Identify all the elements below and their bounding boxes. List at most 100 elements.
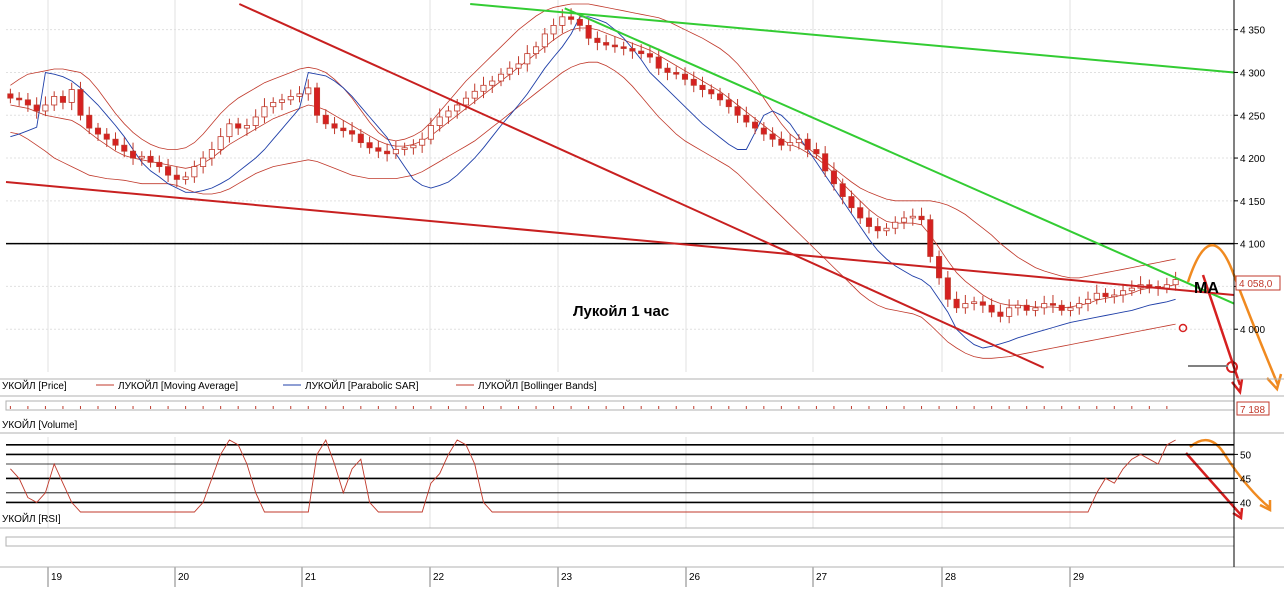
- candle-bear: [839, 183, 846, 197]
- candle-bull: [1032, 307, 1039, 311]
- rsi-panel-title: УКОЙЛ [RSI]: [2, 512, 61, 525]
- candle-bear: [156, 161, 163, 168]
- candle-bull: [401, 147, 408, 150]
- candle-bear: [822, 153, 829, 172]
- candle-bull: [489, 80, 496, 86]
- candle-bear: [77, 89, 84, 116]
- chart-background: [0, 0, 1284, 587]
- candle-bear: [59, 96, 66, 103]
- candle-bull: [515, 63, 522, 69]
- candle-bull: [1172, 279, 1179, 286]
- candle-bear: [620, 46, 627, 49]
- candle-bear: [1049, 303, 1056, 306]
- candle-bull: [1041, 303, 1048, 309]
- rsi-y-tick-label: 50: [1240, 450, 1252, 461]
- candle-bull: [42, 104, 49, 112]
- candle-bear: [752, 121, 759, 129]
- candle-bull: [427, 125, 434, 140]
- y-tick-label: 4 250: [1240, 111, 1265, 122]
- candle-bull: [962, 303, 969, 309]
- candle-bull: [506, 67, 513, 75]
- chart-root: 4 0004 0504 1004 1504 2004 2504 3004 350…: [0, 0, 1284, 587]
- candle-bull: [1014, 304, 1021, 309]
- candle-bear: [830, 170, 837, 185]
- candle-bull: [392, 149, 399, 155]
- scrollbar[interactable]: [5, 536, 1235, 547]
- candle-bear: [769, 133, 776, 140]
- candle-bear: [655, 56, 662, 69]
- candle-bear: [813, 149, 820, 155]
- candle-bear: [16, 97, 23, 101]
- candle-bear: [331, 123, 338, 129]
- candle-bull: [419, 138, 426, 146]
- candle-bull: [533, 46, 540, 55]
- candle-bull: [462, 97, 469, 106]
- candle-bear: [874, 226, 881, 232]
- candle-bear: [94, 127, 102, 135]
- candle-bull: [51, 96, 58, 106]
- volume-panel-title: УКОЙЛ [Volume]: [2, 418, 78, 431]
- chart-canvas: 4 0004 0504 1004 1504 2004 2504 3004 350…: [0, 0, 1284, 587]
- candle-bear: [681, 73, 689, 80]
- candle-bear: [664, 67, 671, 73]
- candle-bull: [1120, 290, 1127, 296]
- candle-bull: [305, 87, 312, 95]
- candle-bear: [147, 155, 154, 163]
- candle-bull: [909, 215, 916, 219]
- candle-bear: [611, 44, 618, 48]
- candle-bull: [971, 301, 978, 304]
- candle-bear: [760, 127, 767, 135]
- x-tick-label: 28: [945, 572, 957, 583]
- candle-bear: [717, 93, 724, 101]
- volume-value: 7 188: [1240, 405, 1265, 416]
- candle-bear: [778, 138, 785, 146]
- candle-bull: [1128, 287, 1135, 292]
- candle-bear: [313, 87, 321, 116]
- candle-bull: [68, 89, 75, 103]
- y-tick-label: 4 000: [1240, 325, 1265, 336]
- candle-bull: [454, 104, 461, 112]
- candle-bull: [883, 227, 890, 232]
- candle-bear: [585, 24, 592, 39]
- candle-bull: [243, 125, 250, 129]
- candle-bull: [524, 53, 531, 65]
- x-tick-label: 27: [816, 572, 828, 583]
- y-tick-label: 4 300: [1240, 68, 1265, 79]
- candle-bull: [270, 102, 277, 108]
- candle-bear: [576, 19, 583, 26]
- candle-bull: [795, 138, 802, 144]
- candle-bull: [550, 24, 557, 35]
- candle-bear: [953, 298, 960, 309]
- candle-bear: [173, 174, 180, 180]
- x-tick-label: 23: [561, 572, 573, 583]
- candle-bear: [979, 301, 986, 306]
- legend-ma: ЛУКОЙЛ [Moving Average]: [118, 379, 238, 392]
- candle-bear: [1102, 292, 1109, 298]
- x-tick-label: 20: [178, 572, 190, 583]
- candle-bull: [1163, 284, 1170, 289]
- rsi-y-tick-label: 40: [1240, 498, 1252, 509]
- candle-bear: [103, 133, 110, 140]
- candle-bull: [480, 84, 487, 92]
- candle-bear: [804, 138, 811, 150]
- y-tick-label: 4 150: [1240, 197, 1265, 208]
- candle-bear: [375, 147, 382, 152]
- candle-bear: [235, 123, 242, 129]
- candle-bull: [208, 149, 215, 159]
- candle-bull: [471, 90, 478, 99]
- volume-panel: [5, 400, 1235, 411]
- last-price-label: 4 058,0: [1239, 279, 1273, 290]
- rsi-y-tick-label: 45: [1240, 474, 1252, 485]
- candle-bull: [1076, 303, 1083, 309]
- chart-annotation: Лукойл 1 час: [573, 303, 669, 320]
- candle-bull: [541, 33, 548, 48]
- x-tick-label: 26: [689, 572, 701, 583]
- candle-bear: [708, 89, 715, 95]
- x-tick-label: 22: [433, 572, 445, 583]
- candle-bull: [497, 73, 505, 82]
- candle-bear: [357, 133, 364, 144]
- candle-bull: [445, 110, 452, 118]
- candle-bear: [86, 114, 93, 129]
- candle-bear: [848, 196, 855, 209]
- candle-bull: [278, 99, 286, 103]
